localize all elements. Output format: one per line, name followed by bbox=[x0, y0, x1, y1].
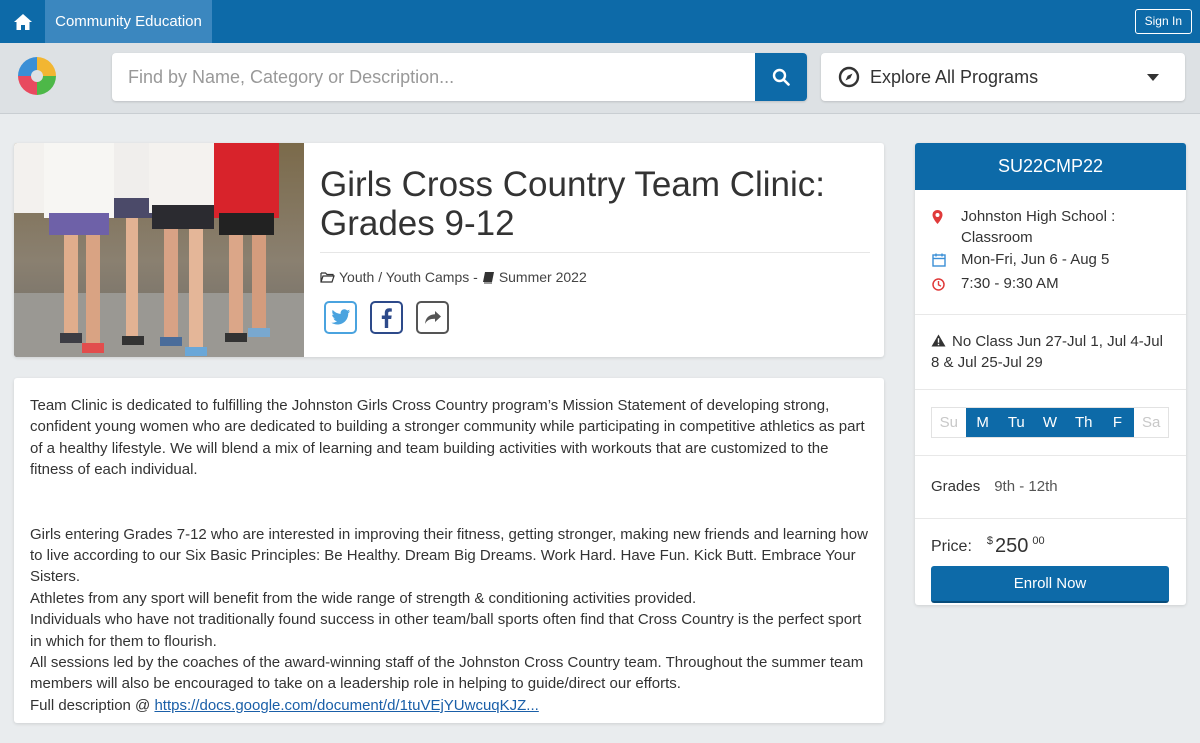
clock-icon bbox=[932, 278, 945, 291]
program-description-card: Team Clinic is dedicated to fulfilling t… bbox=[14, 378, 884, 723]
caret-down-icon bbox=[1147, 74, 1159, 81]
home-icon bbox=[13, 13, 32, 30]
explore-programs-label: Explore All Programs bbox=[870, 67, 1039, 87]
notice-row: No Class Jun 27-Jul 1, Jul 4-Jul 8 & Jul… bbox=[915, 315, 1186, 374]
search-box bbox=[112, 53, 807, 101]
map-marker-icon bbox=[932, 210, 943, 224]
search-button[interactable] bbox=[755, 53, 807, 101]
program-category: Youth / Youth Camps - bbox=[339, 269, 478, 285]
price-currency: $ bbox=[986, 534, 994, 547]
description-line: All sessions led by the coaches of the a… bbox=[30, 654, 864, 693]
full-description-prefix: Full description @ bbox=[30, 696, 155, 714]
grades-value: 9th - 12th bbox=[994, 478, 1058, 496]
nav-tab-community-education[interactable]: Community Education bbox=[45, 0, 212, 43]
course-code: SU22CMP22 bbox=[915, 143, 1186, 190]
location-text: Johnston High School : Classroom bbox=[961, 208, 1116, 247]
sign-in-button[interactable]: Sign In bbox=[1134, 9, 1192, 34]
enroll-now-button[interactable]: Enroll Now bbox=[931, 565, 1169, 603]
day-tuesday: Tu bbox=[999, 408, 1034, 438]
share-icon bbox=[424, 311, 441, 324]
day-monday: M bbox=[965, 408, 1000, 438]
share-button[interactable] bbox=[416, 301, 449, 334]
no-class-notice: No Class Jun 27-Jul 1, Jul 4-Jul 8 & Jul… bbox=[931, 332, 1163, 372]
folder-icon bbox=[320, 272, 335, 283]
description-line: Individuals who have not traditionally f… bbox=[30, 611, 862, 650]
full-description-line: Full description @ https://docs.google.c… bbox=[30, 695, 868, 716]
price-dollars: 250 bbox=[995, 534, 1029, 557]
facebook-icon bbox=[381, 307, 392, 328]
day-thursday: Th bbox=[1066, 408, 1101, 438]
book-icon bbox=[482, 271, 494, 283]
price-label: Price: bbox=[931, 537, 972, 555]
explore-programs-dropdown[interactable]: Explore All Programs bbox=[821, 53, 1185, 101]
home-button[interactable] bbox=[0, 0, 45, 43]
twitter-icon bbox=[330, 309, 350, 325]
search-icon bbox=[772, 68, 790, 86]
location-row: Johnston High School : Classroom bbox=[915, 206, 1186, 249]
day-friday: F bbox=[1100, 408, 1135, 438]
facebook-share-button[interactable] bbox=[370, 301, 403, 334]
search-bar-area: Explore All Programs bbox=[0, 43, 1200, 114]
divider bbox=[320, 252, 870, 253]
dates-row: Mon-Fri, Jun 6 - Aug 5 bbox=[915, 249, 1186, 273]
search-input[interactable] bbox=[112, 53, 754, 101]
dates-text: Mon-Fri, Jun 6 - Aug 5 bbox=[961, 250, 1110, 268]
day-sunday: Su bbox=[939, 414, 959, 432]
twitter-share-button[interactable] bbox=[324, 301, 357, 334]
program-term: Summer 2022 bbox=[498, 269, 587, 285]
program-title: Girls Cross Country Team Clinic: Grades … bbox=[320, 165, 826, 243]
time-text: 7:30 - 9:30 AM bbox=[961, 275, 1059, 293]
program-header-card: Girls Cross Country Team Clinic: Grades … bbox=[14, 143, 884, 357]
description-intro: Team Clinic is dedicated to fulfilling t… bbox=[30, 397, 865, 479]
top-navbar: Community Education Sign In bbox=[0, 0, 1200, 43]
warning-icon bbox=[931, 334, 946, 347]
share-buttons bbox=[324, 301, 449, 334]
compass-icon bbox=[838, 66, 860, 88]
logo[interactable] bbox=[14, 53, 60, 99]
meeting-days: Su M Tu W Th F Sa bbox=[931, 407, 1169, 439]
price-cents: 00 bbox=[1032, 534, 1045, 547]
day-wednesday: W bbox=[1033, 408, 1067, 438]
grades-label: Grades bbox=[931, 478, 981, 496]
program-meta: Youth / Youth Camps - Summer 2022 bbox=[320, 269, 587, 285]
program-details-sidebar: SU22CMP22 Johnston High School : Classro… bbox=[915, 143, 1186, 605]
description-line: Girls entering Grades 7-12 who are inter… bbox=[30, 525, 868, 586]
description-line: Athletes from any sport will benefit fro… bbox=[30, 589, 697, 607]
full-description-link[interactable]: https://docs.google.com/document/d/1tuVE… bbox=[154, 697, 538, 714]
grades-row: Grades 9th - 12th bbox=[915, 456, 1186, 497]
calendar-icon bbox=[932, 253, 946, 267]
price-row: Price: $ 250 00 bbox=[915, 519, 1186, 558]
day-saturday: Sa bbox=[1141, 414, 1161, 432]
time-row: 7:30 - 9:30 AM bbox=[915, 273, 1186, 297]
program-photo bbox=[14, 143, 304, 357]
